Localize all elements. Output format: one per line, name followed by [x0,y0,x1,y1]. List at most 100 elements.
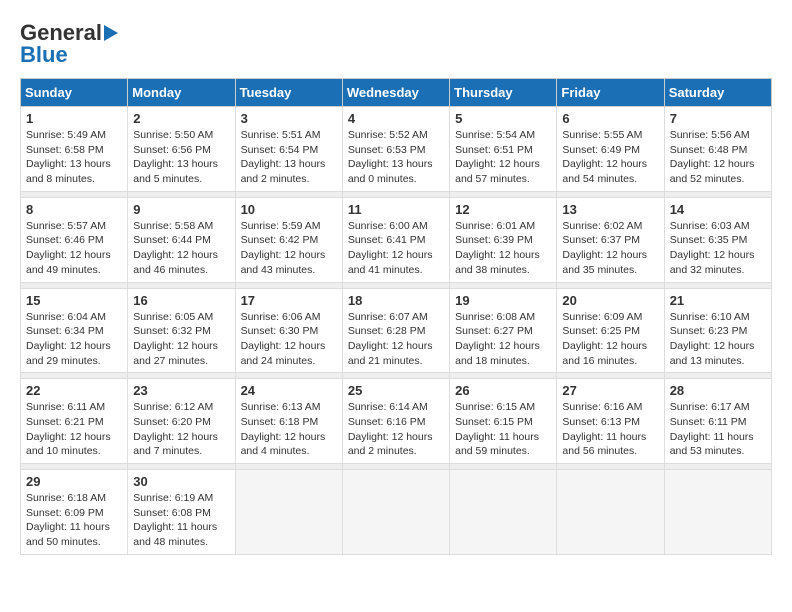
day-info: Sunrise: 6:09 AM Sunset: 6:25 PM Dayligh… [562,310,658,369]
sunrise-label: Sunrise: 6:05 AM [133,311,213,323]
calendar-cell: 28 Sunrise: 6:17 AM Sunset: 6:11 PM Dayl… [664,379,771,464]
daylight-label: Daylight: 12 hours and 54 minutes. [562,158,647,185]
day-number: 10 [241,202,337,217]
sunrise-label: Sunrise: 6:17 AM [670,401,750,413]
day-info: Sunrise: 6:00 AM Sunset: 6:41 PM Dayligh… [348,219,444,278]
day-header-sunday: Sunday [21,79,128,107]
day-header-saturday: Saturday [664,79,771,107]
sunset-label: Sunset: 6:32 PM [133,325,211,337]
day-info: Sunrise: 5:59 AM Sunset: 6:42 PM Dayligh… [241,219,337,278]
calendar-cell: 9 Sunrise: 5:58 AM Sunset: 6:44 PM Dayli… [128,197,235,282]
calendar-table: SundayMondayTuesdayWednesdayThursdayFrid… [20,78,772,555]
daylight-label: Daylight: 13 hours and 0 minutes. [348,158,433,185]
day-header-friday: Friday [557,79,664,107]
sunrise-label: Sunrise: 6:18 AM [26,492,106,504]
sunrise-label: Sunrise: 5:54 AM [455,129,535,141]
day-number: 3 [241,111,337,126]
calendar-cell: 23 Sunrise: 6:12 AM Sunset: 6:20 PM Dayl… [128,379,235,464]
day-info: Sunrise: 6:18 AM Sunset: 6:09 PM Dayligh… [26,491,122,550]
calendar-cell: 30 Sunrise: 6:19 AM Sunset: 6:08 PM Dayl… [128,470,235,555]
sunrise-label: Sunrise: 6:00 AM [348,220,428,232]
sunset-label: Sunset: 6:23 PM [670,325,748,337]
sunset-label: Sunset: 6:51 PM [455,144,533,156]
calendar-cell: 25 Sunrise: 6:14 AM Sunset: 6:16 PM Dayl… [342,379,449,464]
day-info: Sunrise: 5:52 AM Sunset: 6:53 PM Dayligh… [348,128,444,187]
day-number: 11 [348,202,444,217]
day-number: 13 [562,202,658,217]
daylight-label: Daylight: 12 hours and 13 minutes. [670,340,755,367]
daylight-label: Daylight: 12 hours and 49 minutes. [26,249,111,276]
day-info: Sunrise: 5:57 AM Sunset: 6:46 PM Dayligh… [26,219,122,278]
sunset-label: Sunset: 6:49 PM [562,144,640,156]
day-number: 26 [455,383,551,398]
calendar-cell: 29 Sunrise: 6:18 AM Sunset: 6:09 PM Dayl… [21,470,128,555]
calendar-cell: 15 Sunrise: 6:04 AM Sunset: 6:34 PM Dayl… [21,288,128,373]
calendar-cell: 5 Sunrise: 5:54 AM Sunset: 6:51 PM Dayli… [450,107,557,192]
calendar-cell: 24 Sunrise: 6:13 AM Sunset: 6:18 PM Dayl… [235,379,342,464]
day-number: 8 [26,202,122,217]
daylight-label: Daylight: 12 hours and 18 minutes. [455,340,540,367]
day-number: 1 [26,111,122,126]
calendar-cell: 16 Sunrise: 6:05 AM Sunset: 6:32 PM Dayl… [128,288,235,373]
day-number: 2 [133,111,229,126]
sunrise-label: Sunrise: 6:03 AM [670,220,750,232]
calendar-cell [235,470,342,555]
calendar-cell [450,470,557,555]
day-info: Sunrise: 6:16 AM Sunset: 6:13 PM Dayligh… [562,400,658,459]
sunrise-label: Sunrise: 6:08 AM [455,311,535,323]
logo: General Blue [20,20,118,68]
day-info: Sunrise: 6:12 AM Sunset: 6:20 PM Dayligh… [133,400,229,459]
day-number: 27 [562,383,658,398]
day-info: Sunrise: 5:50 AM Sunset: 6:56 PM Dayligh… [133,128,229,187]
sunset-label: Sunset: 6:13 PM [562,416,640,428]
day-number: 6 [562,111,658,126]
sunrise-label: Sunrise: 5:51 AM [241,129,321,141]
calendar-week-row-1: 1 Sunrise: 5:49 AM Sunset: 6:58 PM Dayli… [21,107,772,192]
day-number: 14 [670,202,766,217]
sunset-label: Sunset: 6:27 PM [455,325,533,337]
daylight-label: Daylight: 12 hours and 21 minutes. [348,340,433,367]
daylight-label: Daylight: 11 hours and 56 minutes. [562,431,646,458]
day-number: 4 [348,111,444,126]
day-number: 15 [26,293,122,308]
calendar-cell: 12 Sunrise: 6:01 AM Sunset: 6:39 PM Dayl… [450,197,557,282]
calendar-week-row-3: 15 Sunrise: 6:04 AM Sunset: 6:34 PM Dayl… [21,288,772,373]
day-info: Sunrise: 6:17 AM Sunset: 6:11 PM Dayligh… [670,400,766,459]
sunset-label: Sunset: 6:46 PM [26,234,104,246]
calendar-cell: 2 Sunrise: 5:50 AM Sunset: 6:56 PM Dayli… [128,107,235,192]
sunset-label: Sunset: 6:09 PM [26,507,104,519]
sunrise-label: Sunrise: 6:10 AM [670,311,750,323]
calendar-week-row-2: 8 Sunrise: 5:57 AM Sunset: 6:46 PM Dayli… [21,197,772,282]
sunset-label: Sunset: 6:08 PM [133,507,211,519]
sunset-label: Sunset: 6:16 PM [348,416,426,428]
sunrise-label: Sunrise: 5:59 AM [241,220,321,232]
day-header-thursday: Thursday [450,79,557,107]
day-number: 30 [133,474,229,489]
sunset-label: Sunset: 6:41 PM [348,234,426,246]
calendar-cell [664,470,771,555]
day-info: Sunrise: 6:11 AM Sunset: 6:21 PM Dayligh… [26,400,122,459]
sunrise-label: Sunrise: 5:49 AM [26,129,106,141]
day-info: Sunrise: 6:01 AM Sunset: 6:39 PM Dayligh… [455,219,551,278]
calendar-cell: 11 Sunrise: 6:00 AM Sunset: 6:41 PM Dayl… [342,197,449,282]
day-info: Sunrise: 6:06 AM Sunset: 6:30 PM Dayligh… [241,310,337,369]
sunset-label: Sunset: 6:11 PM [670,416,747,428]
sunrise-label: Sunrise: 5:58 AM [133,220,213,232]
daylight-label: Daylight: 12 hours and 46 minutes. [133,249,218,276]
calendar-cell: 10 Sunrise: 5:59 AM Sunset: 6:42 PM Dayl… [235,197,342,282]
day-number: 22 [26,383,122,398]
sunset-label: Sunset: 6:58 PM [26,144,104,156]
daylight-label: Daylight: 11 hours and 53 minutes. [670,431,754,458]
sunrise-label: Sunrise: 5:55 AM [562,129,642,141]
day-info: Sunrise: 6:14 AM Sunset: 6:16 PM Dayligh… [348,400,444,459]
day-info: Sunrise: 5:58 AM Sunset: 6:44 PM Dayligh… [133,219,229,278]
day-info: Sunrise: 6:13 AM Sunset: 6:18 PM Dayligh… [241,400,337,459]
daylight-label: Daylight: 12 hours and 2 minutes. [348,431,433,458]
calendar-cell: 14 Sunrise: 6:03 AM Sunset: 6:35 PM Dayl… [664,197,771,282]
sunset-label: Sunset: 6:25 PM [562,325,640,337]
sunrise-label: Sunrise: 6:19 AM [133,492,213,504]
day-info: Sunrise: 6:08 AM Sunset: 6:27 PM Dayligh… [455,310,551,369]
day-info: Sunrise: 5:49 AM Sunset: 6:58 PM Dayligh… [26,128,122,187]
calendar-cell: 20 Sunrise: 6:09 AM Sunset: 6:25 PM Dayl… [557,288,664,373]
day-info: Sunrise: 6:05 AM Sunset: 6:32 PM Dayligh… [133,310,229,369]
